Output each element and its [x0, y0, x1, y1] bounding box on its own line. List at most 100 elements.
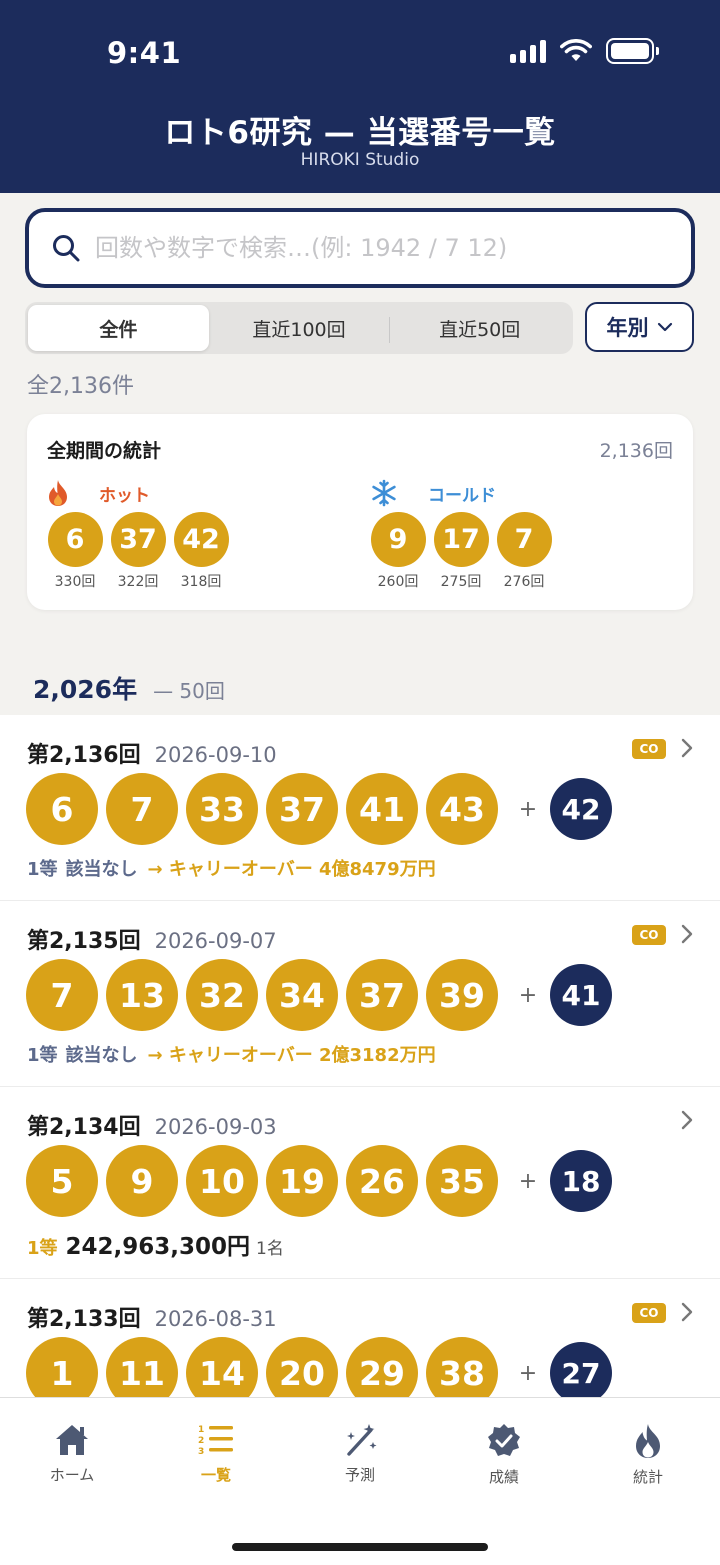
chevron-right-icon	[681, 1302, 693, 1322]
chevron-down-icon	[657, 322, 672, 332]
draw-result: 1等 該当なし → キャリーオーバー 4億8479万円	[27, 855, 436, 881]
number-ball: 14	[186, 1337, 258, 1397]
year-draw-count: — 50回	[153, 679, 225, 703]
filter-recent-100[interactable]: 直近100回	[209, 305, 390, 351]
chevron-right-icon	[681, 924, 693, 944]
status-icons	[510, 38, 659, 64]
number-ball: 7	[106, 773, 178, 845]
hot-ball: 37	[110, 512, 166, 567]
filter-all[interactable]: 全件	[28, 305, 209, 351]
number-ball: 37	[346, 959, 418, 1031]
svg-text:1: 1	[198, 1425, 204, 1435]
prize-rank: 1等	[27, 1238, 58, 1259]
chevron-right-icon	[681, 738, 693, 758]
number-ball: 13	[106, 959, 178, 1031]
draw-row[interactable]: 第2,136回 2026-09-10 CO 6 7 33 37 41 43 + …	[0, 715, 720, 901]
cold-number-item: 9 260回	[370, 512, 426, 591]
cold-number-item: 17 275回	[433, 512, 489, 591]
carryover-text: → キャリーオーバー 2億3182万円	[147, 1045, 436, 1066]
winning-numbers: 6 7 33 37 41 43 + 42	[26, 773, 612, 845]
draw-number: 第2,134回	[27, 1115, 141, 1140]
year-label: 2,026年	[33, 675, 138, 704]
draw-result: 1等 該当なし → キャリーオーバー 2億3182万円	[27, 1041, 436, 1067]
year-section-header: 2,026年 — 50回	[33, 670, 225, 706]
magic-wand-icon	[347, 1424, 377, 1456]
prize-amount: 242,963,300円	[65, 1234, 251, 1260]
hot-number-item: 37 322回	[110, 512, 166, 591]
hot-number-item: 6 330回	[47, 512, 103, 591]
tab-results[interactable]: 成績	[454, 1422, 554, 1487]
hot-number-item: 42 318回	[173, 512, 229, 591]
cold-numbers: コールド 9 260回 17 275回 7 276回	[370, 478, 552, 591]
tab-label: 一覧	[200, 1466, 231, 1484]
stats-draw-count: 2,136回	[599, 440, 673, 462]
hot-count: 318回	[180, 574, 222, 590]
winning-numbers: 5 9 10 19 26 35 + 18	[26, 1145, 612, 1217]
draw-date: 2026-09-07	[154, 929, 277, 953]
svg-text:2: 2	[198, 1436, 204, 1446]
number-ball: 19	[266, 1145, 338, 1217]
tab-label: 成績	[488, 1468, 519, 1486]
plus-sign: +	[518, 982, 538, 1008]
tab-home[interactable]: ホーム	[22, 1422, 122, 1485]
search-input[interactable]	[95, 234, 655, 262]
number-ball: 33	[186, 773, 258, 845]
year-filter-label: 年別	[606, 316, 649, 340]
number-ball: 39	[426, 959, 498, 1031]
svg-text:3: 3	[198, 1447, 204, 1457]
status-bar: 9:41	[0, 0, 720, 100]
prize-rank: 1等	[27, 859, 58, 880]
number-ball: 34	[266, 959, 338, 1031]
stats-title: 全期間の統計	[47, 440, 162, 462]
flame-icon	[636, 1424, 660, 1458]
filter-recent-50[interactable]: 直近50回	[389, 305, 570, 351]
draw-number: 第2,135回	[27, 929, 141, 954]
cold-number-item: 7 276回	[496, 512, 552, 591]
page-subtitle: HIROKI Studio	[300, 150, 420, 170]
tab-label: ホーム	[49, 1466, 95, 1484]
number-ball: 26	[346, 1145, 418, 1217]
prize-rank: 1等	[27, 1045, 58, 1066]
snowflake-icon	[372, 479, 396, 507]
cold-ball: 7	[496, 512, 552, 567]
cold-ball: 9	[370, 512, 426, 567]
tab-list[interactable]: 1 2 3 一覧	[166, 1422, 266, 1485]
draw-date: 2026-08-31	[154, 1307, 277, 1331]
carryover-badge: CO	[632, 1303, 666, 1323]
wifi-icon	[560, 39, 592, 61]
list-icon: 1 2 3	[198, 1425, 233, 1457]
flame-icon	[49, 480, 67, 506]
tab-stats[interactable]: 統計	[598, 1422, 698, 1487]
number-ball: 37	[266, 773, 338, 845]
carryover-text: → キャリーオーバー 4億8479万円	[147, 859, 436, 880]
number-ball: 29	[346, 1337, 418, 1397]
number-ball: 1	[26, 1337, 98, 1397]
cold-count: 260回	[377, 574, 419, 590]
year-filter-button[interactable]: 年別	[585, 302, 694, 352]
number-ball: 10	[186, 1145, 258, 1217]
search-bar[interactable]	[25, 208, 695, 288]
draw-result: 1等 242,963,300円 1名	[27, 1227, 284, 1261]
tab-label: 予測	[344, 1466, 375, 1484]
draw-row[interactable]: 第2,134回 2026-09-03 5 9 10 19 26 35 + 18 …	[0, 1087, 720, 1279]
carryover-badge: CO	[632, 739, 666, 759]
draw-number: 第2,136回	[27, 743, 141, 768]
bonus-ball: 41	[550, 964, 612, 1026]
stats-card: 全期間の統計 2,136回 ホット 6 330回 37 322回 42 318回	[27, 414, 693, 610]
hot-count: 322回	[117, 574, 159, 590]
draw-row[interactable]: 第2,135回 2026-09-07 CO 7 13 32 34 37 39 +…	[0, 901, 720, 1087]
plus-sign: +	[518, 796, 538, 822]
number-ball: 5	[26, 1145, 98, 1217]
number-ball: 7	[26, 959, 98, 1031]
tab-bar: ホーム 1 2 3 一覧 予測 成績 統計	[0, 1397, 720, 1565]
winning-numbers: 1 11 14 20 29 38 + 27	[26, 1337, 612, 1397]
draw-date: 2026-09-03	[154, 1115, 277, 1139]
cellular-signal-icon	[510, 39, 546, 63]
draw-row[interactable]: 第2,133回 2026-08-31 CO 1 11 14 20 29 38 +…	[0, 1279, 720, 1397]
hot-count: 330回	[54, 574, 96, 590]
range-filter: 全件 直近100回 直近50回	[25, 302, 573, 354]
hot-ball: 6	[47, 512, 103, 567]
tab-prediction[interactable]: 予測	[310, 1422, 410, 1485]
cold-ball: 17	[433, 512, 489, 567]
bonus-ball: 42	[550, 778, 612, 840]
